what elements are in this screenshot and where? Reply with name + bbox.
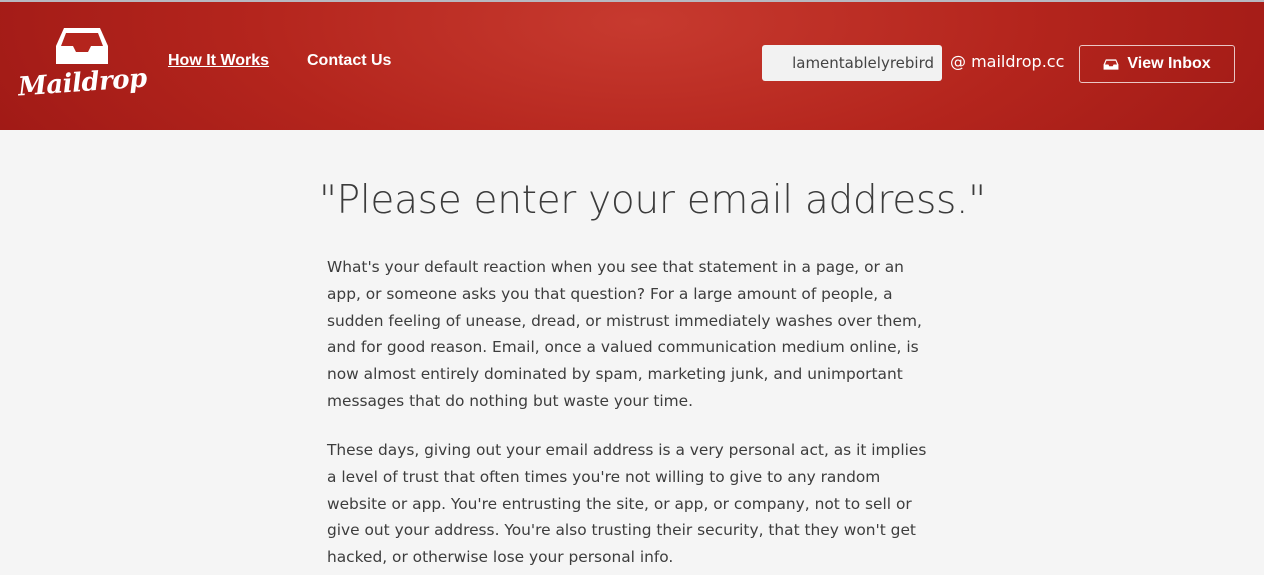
maildrop-logo[interactable]: Maildrop — [14, 24, 148, 120]
page-headline: "Please enter your email address." — [319, 178, 986, 223]
intro-paragraph: What's your default reaction when you se… — [327, 258, 922, 410]
view-inbox-button[interactable]: View Inbox — [1079, 45, 1235, 83]
main-content: "Please enter your email address." What'… — [319, 178, 986, 566]
domain-suffix: @ maildrop.cc — [950, 52, 1065, 71]
site-header: Maildrop How It Works Contact Us @ maild… — [0, 0, 1264, 130]
mailbox-input[interactable] — [762, 45, 942, 81]
trust-paragraph: These days, giving out your email addres… — [327, 441, 927, 567]
inbox-tray-icon — [1103, 58, 1119, 70]
view-inbox-label: View Inbox — [1127, 55, 1211, 72]
inbox-tray-icon — [56, 28, 108, 64]
nav-how-it-works[interactable]: How It Works — [168, 52, 269, 70]
nav-contact-us[interactable]: Contact Us — [307, 52, 391, 70]
brand-name: Maildrop — [17, 63, 148, 103]
